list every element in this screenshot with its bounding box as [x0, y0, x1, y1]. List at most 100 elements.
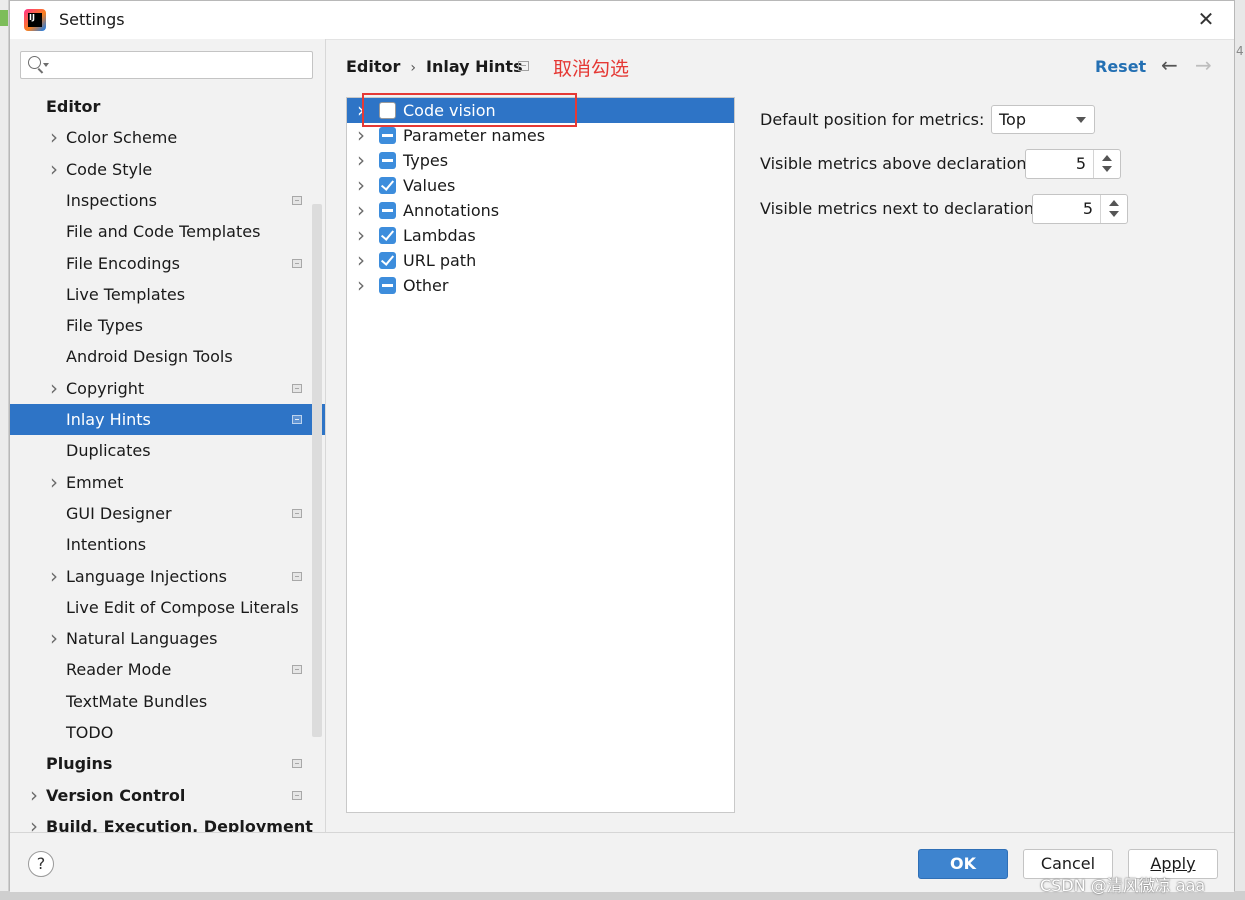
visible-next-spinner[interactable]: 5	[1032, 194, 1128, 224]
search-icon	[28, 56, 41, 69]
chevron-right-icon[interactable]: ›	[357, 173, 365, 198]
sidebar-item-language-injections[interactable]: › Language Injections	[10, 561, 325, 592]
sidebar-item-file-encodings[interactable]: File Encodings	[10, 248, 325, 279]
chevron-right-icon[interactable]: ›	[50, 373, 58, 404]
visible-above-value: 5	[1075, 154, 1086, 173]
sidebar-item-label: File Types	[66, 316, 143, 335]
hint-checkbox[interactable]	[379, 152, 396, 169]
sidebar-item-todo[interactable]: TODO	[10, 717, 325, 748]
sidebar-item-label: Emmet	[66, 473, 124, 492]
title-bar: IJ Settings ✕	[10, 1, 1234, 40]
chevron-right-icon[interactable]: ›	[30, 780, 38, 811]
sidebar-item-label: Live Edit of Compose Literals	[66, 598, 299, 617]
chevron-right-icon[interactable]: ›	[50, 154, 58, 185]
sidebar-item-label: Plugins	[46, 754, 113, 773]
project-level-icon	[292, 572, 302, 581]
sidebar-item-label: Copyright	[66, 379, 145, 398]
hint-row-other[interactable]: › Other	[347, 273, 734, 298]
hint-row-annotations[interactable]: › Annotations	[347, 198, 734, 223]
sidebar-item-version-control[interactable]: › Version Control	[10, 780, 325, 811]
sidebar-item-editor[interactable]: Editor	[10, 91, 325, 122]
reset-link[interactable]: Reset	[1095, 57, 1146, 76]
forward-arrow-icon[interactable]: →	[1195, 53, 1212, 77]
chevron-right-icon[interactable]: ›	[357, 148, 365, 173]
sidebar-item-emmet[interactable]: › Emmet	[10, 467, 325, 498]
increment-icon[interactable]	[1109, 200, 1119, 206]
hint-checkbox[interactable]	[379, 227, 396, 244]
sidebar-item-file-types[interactable]: File Types	[10, 310, 325, 341]
hint-checkbox[interactable]	[379, 202, 396, 219]
help-icon[interactable]: ?	[28, 851, 54, 877]
hint-row-url-path[interactable]: › URL path	[347, 248, 734, 273]
settings-dialog: IJ Settings ✕ Editor › Color Scheme › Code S…	[9, 0, 1235, 892]
chevron-right-icon[interactable]: ›	[357, 223, 365, 248]
chevron-right-icon[interactable]: ›	[357, 273, 365, 298]
default-position-select[interactable]: Top	[991, 105, 1095, 134]
chevron-right-icon[interactable]: ›	[50, 623, 58, 654]
sidebar-item-android-design-tools[interactable]: Android Design Tools	[10, 341, 325, 372]
sidebar-item-inlay-hints[interactable]: Inlay Hints	[10, 404, 325, 435]
sidebar-item-code-style[interactable]: › Code Style	[10, 154, 325, 185]
sidebar-item-label: Intentions	[66, 535, 147, 554]
increment-icon[interactable]	[1102, 155, 1112, 161]
chevron-right-icon[interactable]: ›	[50, 122, 58, 153]
search-options-icon[interactable]	[43, 63, 49, 67]
visible-above-label: Visible metrics above declaration:	[760, 154, 1032, 173]
settings-search-input[interactable]	[20, 51, 313, 79]
sidebar-item-intentions[interactable]: Intentions	[10, 529, 325, 560]
sidebar-item-gui-designer[interactable]: GUI Designer	[10, 498, 325, 529]
default-position-label: Default position for metrics:	[760, 110, 985, 129]
sidebar-item-inspections[interactable]: Inspections	[10, 185, 325, 216]
sidebar-item-label: TextMate Bundles	[66, 692, 208, 711]
hint-row-lambdas[interactable]: › Lambdas	[347, 223, 734, 248]
sidebar-item-label: Android Design Tools	[66, 347, 233, 366]
decrement-icon[interactable]	[1109, 211, 1119, 217]
sidebar-item-build-execution-deployment[interactable]: › Build, Execution, Deployment	[10, 811, 325, 832]
sidebar-item-label: TODO	[66, 723, 114, 742]
sidebar-item-label: Editor	[46, 97, 101, 116]
sidebar-item-label: Color Scheme	[66, 128, 178, 147]
project-level-icon	[518, 61, 529, 71]
background-window-edge	[0, 0, 9, 900]
sidebar-item-live-templates[interactable]: Live Templates	[10, 279, 325, 310]
visible-above-spinner[interactable]: 5	[1025, 149, 1121, 179]
breadcrumb-current: Inlay Hints	[426, 57, 523, 76]
project-level-icon	[292, 791, 302, 800]
hint-checkbox[interactable]	[379, 277, 396, 294]
sidebar-item-natural-languages[interactable]: › Natural Languages	[10, 623, 325, 654]
sidebar-item-textmate-bundles[interactable]: TextMate Bundles	[10, 686, 325, 717]
sidebar-item-label: Build, Execution, Deployment	[46, 817, 313, 832]
sidebar-item-label: Code Style	[66, 160, 153, 179]
breadcrumb: Editor › Inlay Hints	[346, 57, 523, 76]
hint-checkbox[interactable]	[379, 177, 396, 194]
decrement-icon[interactable]	[1102, 166, 1112, 172]
project-level-icon	[292, 196, 302, 205]
chevron-right-icon[interactable]: ›	[50, 467, 58, 498]
sidebar-item-file-and-code-templates[interactable]: File and Code Templates	[10, 216, 325, 247]
annotation-text: 取消勾选	[553, 58, 630, 80]
sidebar-item-label: Natural Languages	[66, 629, 218, 648]
sidebar-item-label: Version Control	[46, 786, 186, 805]
sidebar-item-reader-mode[interactable]: Reader Mode	[10, 654, 325, 685]
sidebar-item-live-edit-of-compose-literals[interactable]: Live Edit of Compose Literals	[10, 592, 325, 623]
sidebar-item-copyright[interactable]: › Copyright	[10, 373, 325, 404]
sidebar-item-label: File and Code Templates	[66, 222, 261, 241]
chevron-right-icon[interactable]: ›	[357, 248, 365, 273]
hint-checkbox[interactable]	[379, 252, 396, 269]
sidebar-item-color-scheme[interactable]: › Color Scheme	[10, 122, 325, 153]
back-arrow-icon[interactable]: ←	[1161, 53, 1178, 77]
chevron-right-icon[interactable]: ›	[30, 811, 38, 832]
sidebar-item-plugins[interactable]: Plugins	[10, 748, 325, 779]
ok-button[interactable]: OK	[918, 849, 1008, 879]
chevron-right-icon[interactable]: ›	[357, 198, 365, 223]
hint-checkbox[interactable]	[379, 127, 396, 144]
annotation-highlight-box	[362, 93, 577, 127]
hint-row-values[interactable]: › Values	[347, 173, 734, 198]
breadcrumb-parent[interactable]: Editor	[346, 57, 400, 76]
chevron-right-icon[interactable]: ›	[50, 561, 58, 592]
close-icon[interactable]: ✕	[1194, 7, 1218, 31]
sidebar-scrollbar[interactable]	[312, 204, 322, 737]
sidebar-item-duplicates[interactable]: Duplicates	[10, 435, 325, 466]
hint-row-types[interactable]: › Types	[347, 148, 734, 173]
visible-next-label: Visible metrics next to declaration:	[760, 199, 1040, 218]
